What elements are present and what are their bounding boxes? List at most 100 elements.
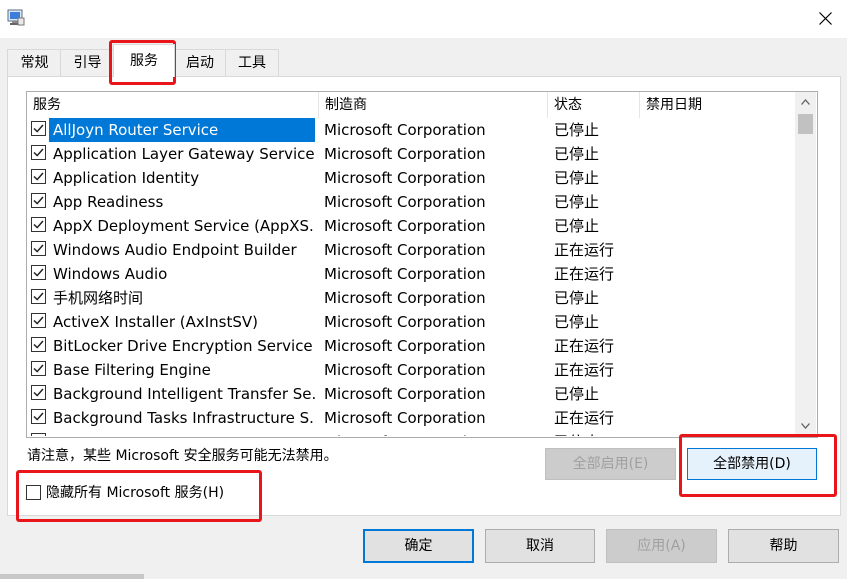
enable-all-button[interactable]: 全部启用(E) [545,448,676,480]
service-manufacturer: Microsoft Corporation [324,217,486,235]
checkmark-icon [33,244,44,253]
services-list-scrollbar[interactable] [795,92,816,436]
service-row[interactable]: BitLocker Drive Encryption Service Micros… [27,334,795,358]
column-header-status[interactable]: 状态 [548,92,640,118]
service-row[interactable]: Windows Audio Endpoint Builder Microsoft … [27,238,795,262]
checkmark-icon [33,196,44,205]
column-header-disable-date[interactable]: 禁用日期 [640,92,795,118]
checkmark-icon [33,172,44,181]
service-manufacturer: Microsoft Corporation [324,265,486,283]
services-list-body: AllJoyn Router Service Microsoft Corporat… [27,118,795,436]
service-manufacturer: Microsoft Corporation [324,241,486,259]
tab-services[interactable]: 服务 [113,44,175,77]
service-checkbox[interactable] [31,169,46,184]
service-checkbox[interactable] [31,289,46,304]
services-list-header: 服务 制造商 状态 禁用日期 [27,92,795,118]
ok-button[interactable]: 确定 [363,529,474,563]
service-row[interactable]: AllJoyn Router Service Microsoft Corporat… [27,118,795,142]
services-list[interactable]: 服务 制造商 状态 禁用日期 AllJoyn Router Service Mic… [26,91,818,438]
scroll-thumb[interactable] [798,114,813,134]
service-status: 已停止 [554,193,600,211]
service-manufacturer: Microsoft Corporation [324,385,486,403]
checkmark-icon [33,435,44,436]
service-manufacturer: Microsoft Corporation [324,313,486,331]
tab-tools[interactable]: 工具 [225,49,279,76]
tab-general[interactable]: 常规 [7,49,62,76]
service-status: 正在运行 [554,337,615,355]
service-checkbox[interactable] [31,433,46,436]
column-header-manufacturer[interactable]: 制造商 [319,92,548,118]
service-row[interactable]: Windows Audio Microsoft Corporation 正在运行 [27,262,795,286]
checkmark-icon [33,268,44,277]
service-row[interactable]: Background Tasks Infrastructure S... Micr… [27,406,795,430]
service-row[interactable]: App Readiness Microsoft Corporation 已停止 [27,190,795,214]
service-row[interactable]: 手机网络时间 Microsoft Corporation 已停止 [27,286,795,310]
service-manufacturer: Microsoft Corporation [324,337,486,355]
service-row[interactable]: Background Intelligent Transfer Se... Mic… [27,382,795,406]
service-row[interactable]: Application Identity Microsoft Corporatio… [27,166,795,190]
service-status: 正在运行 [554,265,615,283]
chevron-down-icon [801,423,810,429]
checkmark-icon [33,316,44,325]
help-button[interactable]: 帮助 [728,529,839,563]
service-row[interactable]: AppX Deployment Service (AppXS... Microso… [27,214,795,238]
service-checkbox[interactable] [31,145,46,160]
service-row[interactable]: Application Layer Gateway Service Microso… [27,142,795,166]
service-manufacturer: Microsoft Corporation [324,121,486,139]
service-manufacturer: Microsoft Corporation [324,145,486,163]
service-name: 手机网络时间 [53,289,144,307]
service-name: Application Identity [53,169,200,187]
service-name: Base Filtering Engine [53,361,211,379]
service-manufacturer: Microsoft Corporation [324,289,486,307]
service-manufacturer: Microsoft Corporation [324,169,486,187]
service-status: 已停止 [554,121,600,139]
window-bottom-scrollbar [0,574,144,579]
scroll-up-button[interactable] [795,92,816,112]
checkmark-icon [33,148,44,157]
service-checkbox[interactable] [31,385,46,400]
service-checkbox[interactable] [31,241,46,256]
service-manufacturer: Microsoft Corporation [324,193,486,211]
service-status: 已停止 [554,169,600,187]
service-checkbox[interactable] [31,409,46,424]
service-checkbox[interactable] [31,193,46,208]
scroll-down-button[interactable] [795,416,816,436]
service-status: 正在运行 [554,241,615,259]
service-checkbox[interactable] [31,337,46,352]
apply-button[interactable]: 应用(A) [606,529,717,563]
service-status: 已停止 [554,145,600,163]
service-checkbox[interactable] [31,313,46,328]
disable-all-button[interactable]: 全部禁用(D) [687,448,817,480]
column-header-service[interactable]: 服务 [27,92,319,118]
service-status: 已停止 [554,430,639,436]
service-checkbox[interactable] [31,361,46,376]
service-row[interactable]: Computer Browser Microsoft Corporation 已停止 [27,430,795,436]
tab-startup[interactable]: 启动 [173,49,227,76]
service-row[interactable]: Base Filtering Engine Microsoft Corporati… [27,358,795,382]
title-bar [0,0,847,38]
service-manufacturer: Microsoft Corporation [324,361,486,379]
service-name: Background Intelligent Transfer Se... [53,385,315,403]
service-checkbox[interactable] [31,121,46,136]
checkmark-icon [33,124,44,133]
service-status: 已停止 [554,217,600,235]
tab-boot[interactable]: 引导 [60,49,115,76]
service-name: AllJoyn Router Service [49,118,315,142]
security-note: 请注意，某些 Microsoft 安全服务可能无法禁用。 [27,448,338,464]
service-row[interactable]: ActiveX Installer (AxInstSV) Microsoft Co… [27,310,795,334]
service-name: BitLocker Drive Encryption Service [53,337,313,355]
cancel-button[interactable]: 取消 [485,529,595,563]
service-status: 正在运行 [554,361,615,379]
service-checkbox[interactable] [31,217,46,232]
checkmark-icon [33,364,44,373]
hide-microsoft-services-box[interactable] [26,485,41,500]
checkmark-icon [33,388,44,397]
service-checkbox[interactable] [31,265,46,280]
close-button[interactable] [806,2,846,35]
service-manufacturer: Microsoft Corporation [324,430,550,436]
msconfig-app-icon [7,9,25,26]
service-name: ActiveX Installer (AxInstSV) [53,313,259,331]
service-manufacturer: Microsoft Corporation [324,409,486,427]
service-name: Background Tasks Infrastructure S... [53,409,315,427]
checkmark-icon [33,220,44,229]
